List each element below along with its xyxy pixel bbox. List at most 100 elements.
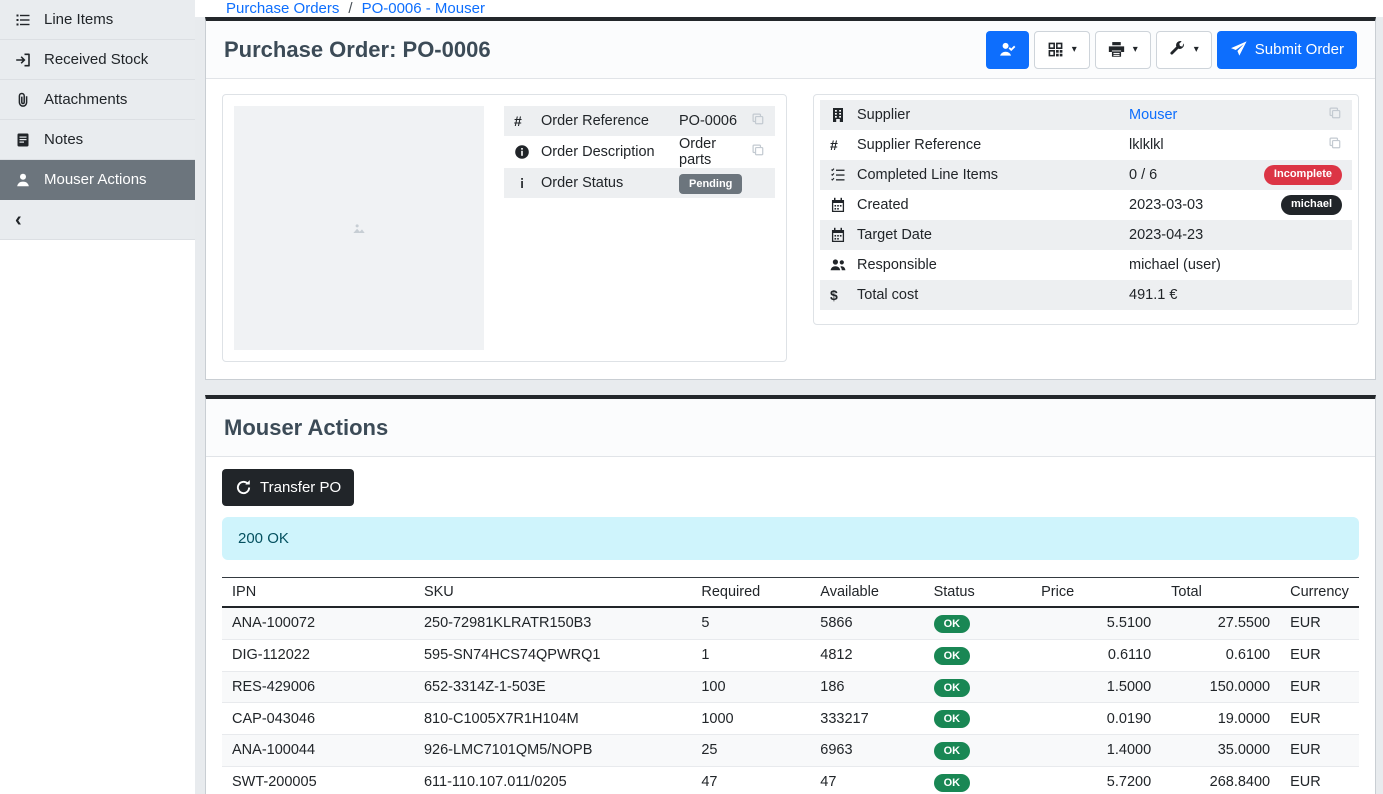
detail-label: Supplier: [857, 107, 1129, 123]
col-header-total: Total: [1161, 578, 1280, 608]
status-ok-badge: OK: [934, 615, 971, 633]
table-row-ana-100072: ANA-100072250-72981KLRATR150B355866OK5.5…: [222, 607, 1359, 639]
copy-icon[interactable]: [751, 143, 765, 161]
image-icon: [351, 220, 367, 236]
sidebar-item-line-items[interactable]: Line Items: [0, 0, 195, 40]
printer-icon: [1108, 41, 1125, 58]
sidebar-item-mouser-actions[interactable]: Mouser Actions: [0, 160, 195, 200]
breadcrumb-separator: /: [348, 0, 352, 17]
detail-value: 2023-04-23: [1129, 227, 1342, 243]
clipboard-icon: [15, 132, 31, 148]
detail-label: Order Description: [541, 144, 679, 160]
cell-sku: 611-110.107.011/0205: [414, 766, 691, 794]
status-ok-badge: OK: [934, 710, 971, 728]
detail-value: michael (user): [1129, 257, 1342, 273]
sign-in-icon: [15, 52, 31, 68]
cell-sku: 810-C1005X7R1H104M: [414, 703, 691, 735]
table-row-res-429006: RES-429006652-3314Z-1-503E100186OK1.5000…: [222, 671, 1359, 703]
breadcrumb: Purchase Orders / PO-0006 - Mouser: [195, 0, 1383, 17]
breadcrumb-link-current-order[interactable]: PO-0006 - Mouser: [362, 0, 485, 17]
detail-row-supplier-reference: #Supplier Referencelklklkl: [820, 130, 1352, 160]
copy-icon[interactable]: [1328, 106, 1342, 124]
mouser-actions-title: Mouser Actions: [224, 415, 388, 441]
cell-status: OK: [924, 607, 1032, 639]
cell-sku: 926-LMC7101QM5/NOPB: [414, 735, 691, 767]
refresh-icon: [235, 479, 252, 496]
detail-row-total-cost: $ Total cost491.1 €: [820, 280, 1352, 310]
cell-price: 0.0190: [1031, 703, 1161, 735]
transfer-po-button[interactable]: Transfer PO: [222, 469, 354, 506]
cell-ipn: ANA-100044: [222, 735, 414, 767]
copy-icon[interactable]: [1328, 136, 1342, 154]
sidebar-collapse-button[interactable]: ‹: [0, 200, 195, 240]
order-image-placeholder[interactable]: [234, 106, 484, 350]
cell-sku: 595-SN74HCS74QPWRQ1: [414, 639, 691, 671]
list-check-icon: [830, 167, 846, 183]
order-panel-body: #Order ReferencePO-0006Order Description…: [206, 79, 1375, 379]
table-body: ANA-100072250-72981KLRATR150B355866OK5.5…: [222, 607, 1359, 794]
order-toolbar: ▾ ▾ ▾ Submit Order: [986, 31, 1357, 69]
sidebar-item-notes[interactable]: Notes: [0, 120, 195, 160]
detail-label: Target Date: [857, 227, 1129, 243]
detail-value: Order parts: [679, 136, 751, 168]
order-actions-button[interactable]: ▾: [1156, 31, 1212, 69]
cell-total: 19.0000: [1161, 703, 1280, 735]
detail-label: Created: [857, 197, 1129, 213]
cell-required: 5: [691, 607, 810, 639]
sidebar-item-label: Attachments: [44, 91, 127, 108]
detail-value-link[interactable]: Mouser: [1129, 107, 1328, 123]
cell-status: OK: [924, 639, 1032, 671]
detail-label: Supplier Reference: [857, 137, 1129, 153]
badge-pending: Pending: [679, 174, 742, 194]
barcode-actions-button[interactable]: ▾: [1034, 31, 1090, 69]
status-ok-badge: OK: [934, 774, 971, 792]
status-alert: 200 OK: [222, 517, 1359, 560]
sidebar-item-label: Line Items: [44, 11, 113, 28]
caret-down-icon: ▾: [1072, 45, 1077, 55]
copy-icon[interactable]: [751, 112, 765, 130]
calendar-icon: [830, 197, 846, 213]
cell-currency: EUR: [1280, 607, 1359, 639]
cell-total: 35.0000: [1161, 735, 1280, 767]
list-icon: [15, 12, 31, 28]
mouser-actions-panel: Mouser Actions Transfer PO 200 OK IPNSKU…: [205, 395, 1376, 794]
cell-status: OK: [924, 703, 1032, 735]
cell-available: 4812: [810, 639, 923, 671]
sidebar-nav: Line Items Received Stock Attachments Notes…: [0, 0, 195, 200]
hash-icon: #: [830, 137, 838, 153]
table-header-row: IPNSKURequiredAvailableStatusPriceTotalC…: [222, 578, 1359, 608]
order-details-left: #Order ReferencePO-0006Order Description…: [504, 106, 775, 198]
sidebar-item-attachments[interactable]: Attachments: [0, 80, 195, 120]
cell-available: 333217: [810, 703, 923, 735]
detail-label: Order Reference: [541, 113, 679, 129]
detail-label: Order Status: [541, 175, 679, 191]
cell-currency: EUR: [1280, 639, 1359, 671]
chevron-left-icon: ‹: [15, 210, 22, 230]
detail-value: 491.1 €: [1129, 287, 1342, 303]
print-actions-button[interactable]: ▾: [1095, 31, 1151, 69]
col-header-currency: Currency: [1280, 578, 1359, 608]
cell-currency: EUR: [1280, 766, 1359, 794]
sidebar-item-received-stock[interactable]: Received Stock: [0, 40, 195, 80]
breadcrumb-link-purchase-orders[interactable]: Purchase Orders: [226, 0, 339, 17]
assign-user-button[interactable]: [986, 31, 1029, 69]
cell-ipn: RES-429006: [222, 671, 414, 703]
cell-total: 27.5500: [1161, 607, 1280, 639]
cell-price: 5.7200: [1031, 766, 1161, 794]
submit-order-label: Submit Order: [1255, 41, 1344, 58]
detail-row-responsible: Responsiblemichael (user): [820, 250, 1352, 280]
col-header-available: Available: [810, 578, 923, 608]
submit-order-button[interactable]: Submit Order: [1217, 31, 1357, 69]
send-icon: [1230, 41, 1247, 58]
cell-status: OK: [924, 735, 1032, 767]
badge-michael: michael: [1281, 195, 1342, 215]
mouser-actions-header: Mouser Actions: [206, 399, 1375, 457]
dollar-icon: $: [830, 287, 838, 303]
detail-row-created: Created2023-03-03michael: [820, 190, 1352, 220]
cell-sku: 652-3314Z-1-503E: [414, 671, 691, 703]
caret-down-icon: ▾: [1194, 45, 1199, 55]
table-row-swt-200005: SWT-200005611-110.107.011/02054747OK5.72…: [222, 766, 1359, 794]
col-header-price: Price: [1031, 578, 1161, 608]
cell-ipn: DIG-112022: [222, 639, 414, 671]
detail-label: Total cost: [857, 287, 1129, 303]
